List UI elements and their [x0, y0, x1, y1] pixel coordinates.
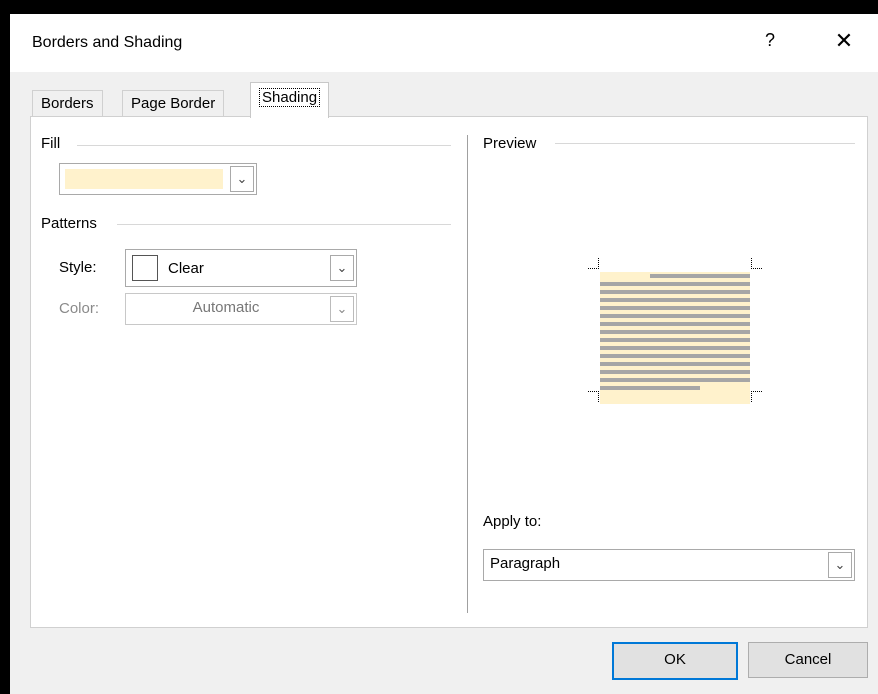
borders-shading-dialog: Borders and Shading ? ✕ Borders Page Bor… [10, 14, 878, 694]
apply-to-dropdown[interactable]: Paragraph ⌄ [483, 549, 855, 581]
pattern-color-dropdown[interactable]: Automatic ⌄ [125, 293, 357, 325]
style-label: Style: [59, 259, 97, 276]
patterns-rule [117, 224, 451, 225]
preview-page [600, 272, 750, 404]
preview-line [600, 378, 750, 382]
crop-mark-bottom-left [588, 391, 599, 402]
patterns-group-label: Patterns [41, 215, 103, 232]
chevron-down-icon[interactable]: ⌄ [230, 166, 254, 192]
panel-divider [467, 135, 468, 613]
dialog-title: Borders and Shading [32, 34, 183, 51]
tab-borders-label: Borders [41, 95, 94, 112]
style-value: Clear [168, 260, 204, 277]
close-icon[interactable]: ✕ [832, 28, 856, 56]
title-bar: Borders and Shading ? ✕ [10, 14, 878, 72]
preview-line [600, 298, 750, 302]
preview-indent [600, 274, 650, 278]
preview-line [600, 338, 750, 342]
tab-borders[interactable]: Borders [32, 90, 103, 117]
style-swatch [132, 255, 158, 281]
apply-to-value: Paragraph [490, 555, 561, 572]
chevron-down-icon[interactable]: ⌄ [330, 296, 354, 322]
tab-page-border[interactable]: Page Border [122, 90, 225, 117]
crop-mark-top-right [751, 258, 762, 269]
fill-color-dropdown[interactable]: ⌄ [59, 163, 257, 195]
apply-to-label: Apply to: [483, 513, 542, 530]
crop-mark-top-left [588, 258, 599, 269]
preview-line [600, 346, 750, 350]
chevron-down-icon[interactable]: ⌄ [828, 552, 852, 578]
preview-line [600, 306, 750, 310]
fill-group-label: Fill [41, 135, 67, 152]
preview-line [650, 274, 750, 278]
fill-color-swatch [65, 169, 223, 189]
ok-button[interactable]: OK [612, 642, 738, 680]
preview-line [600, 314, 750, 318]
help-icon[interactable]: ? [760, 30, 780, 54]
tab-shading[interactable]: Shading [250, 82, 330, 118]
preview-rule [555, 143, 855, 144]
style-dropdown[interactable]: Clear ⌄ [125, 249, 357, 287]
preview-label: Preview [483, 135, 543, 152]
preview-line [600, 330, 750, 334]
preview-line [600, 354, 750, 358]
preview-line [600, 362, 750, 366]
fill-rule [77, 145, 451, 146]
tab-page-border-label: Page Border [131, 95, 216, 112]
tab-shading-label: Shading [259, 88, 321, 107]
chevron-down-icon[interactable]: ⌄ [330, 255, 354, 281]
pattern-color-value: Automatic [192, 299, 260, 316]
preview-line [600, 370, 750, 374]
preview-line [600, 290, 750, 294]
preview-line [600, 282, 750, 286]
preview-line [600, 322, 750, 326]
color-label: Color: [59, 300, 100, 317]
cancel-button[interactable]: Cancel [748, 642, 868, 678]
preview-line [600, 386, 700, 390]
crop-mark-bottom-right [751, 391, 762, 402]
